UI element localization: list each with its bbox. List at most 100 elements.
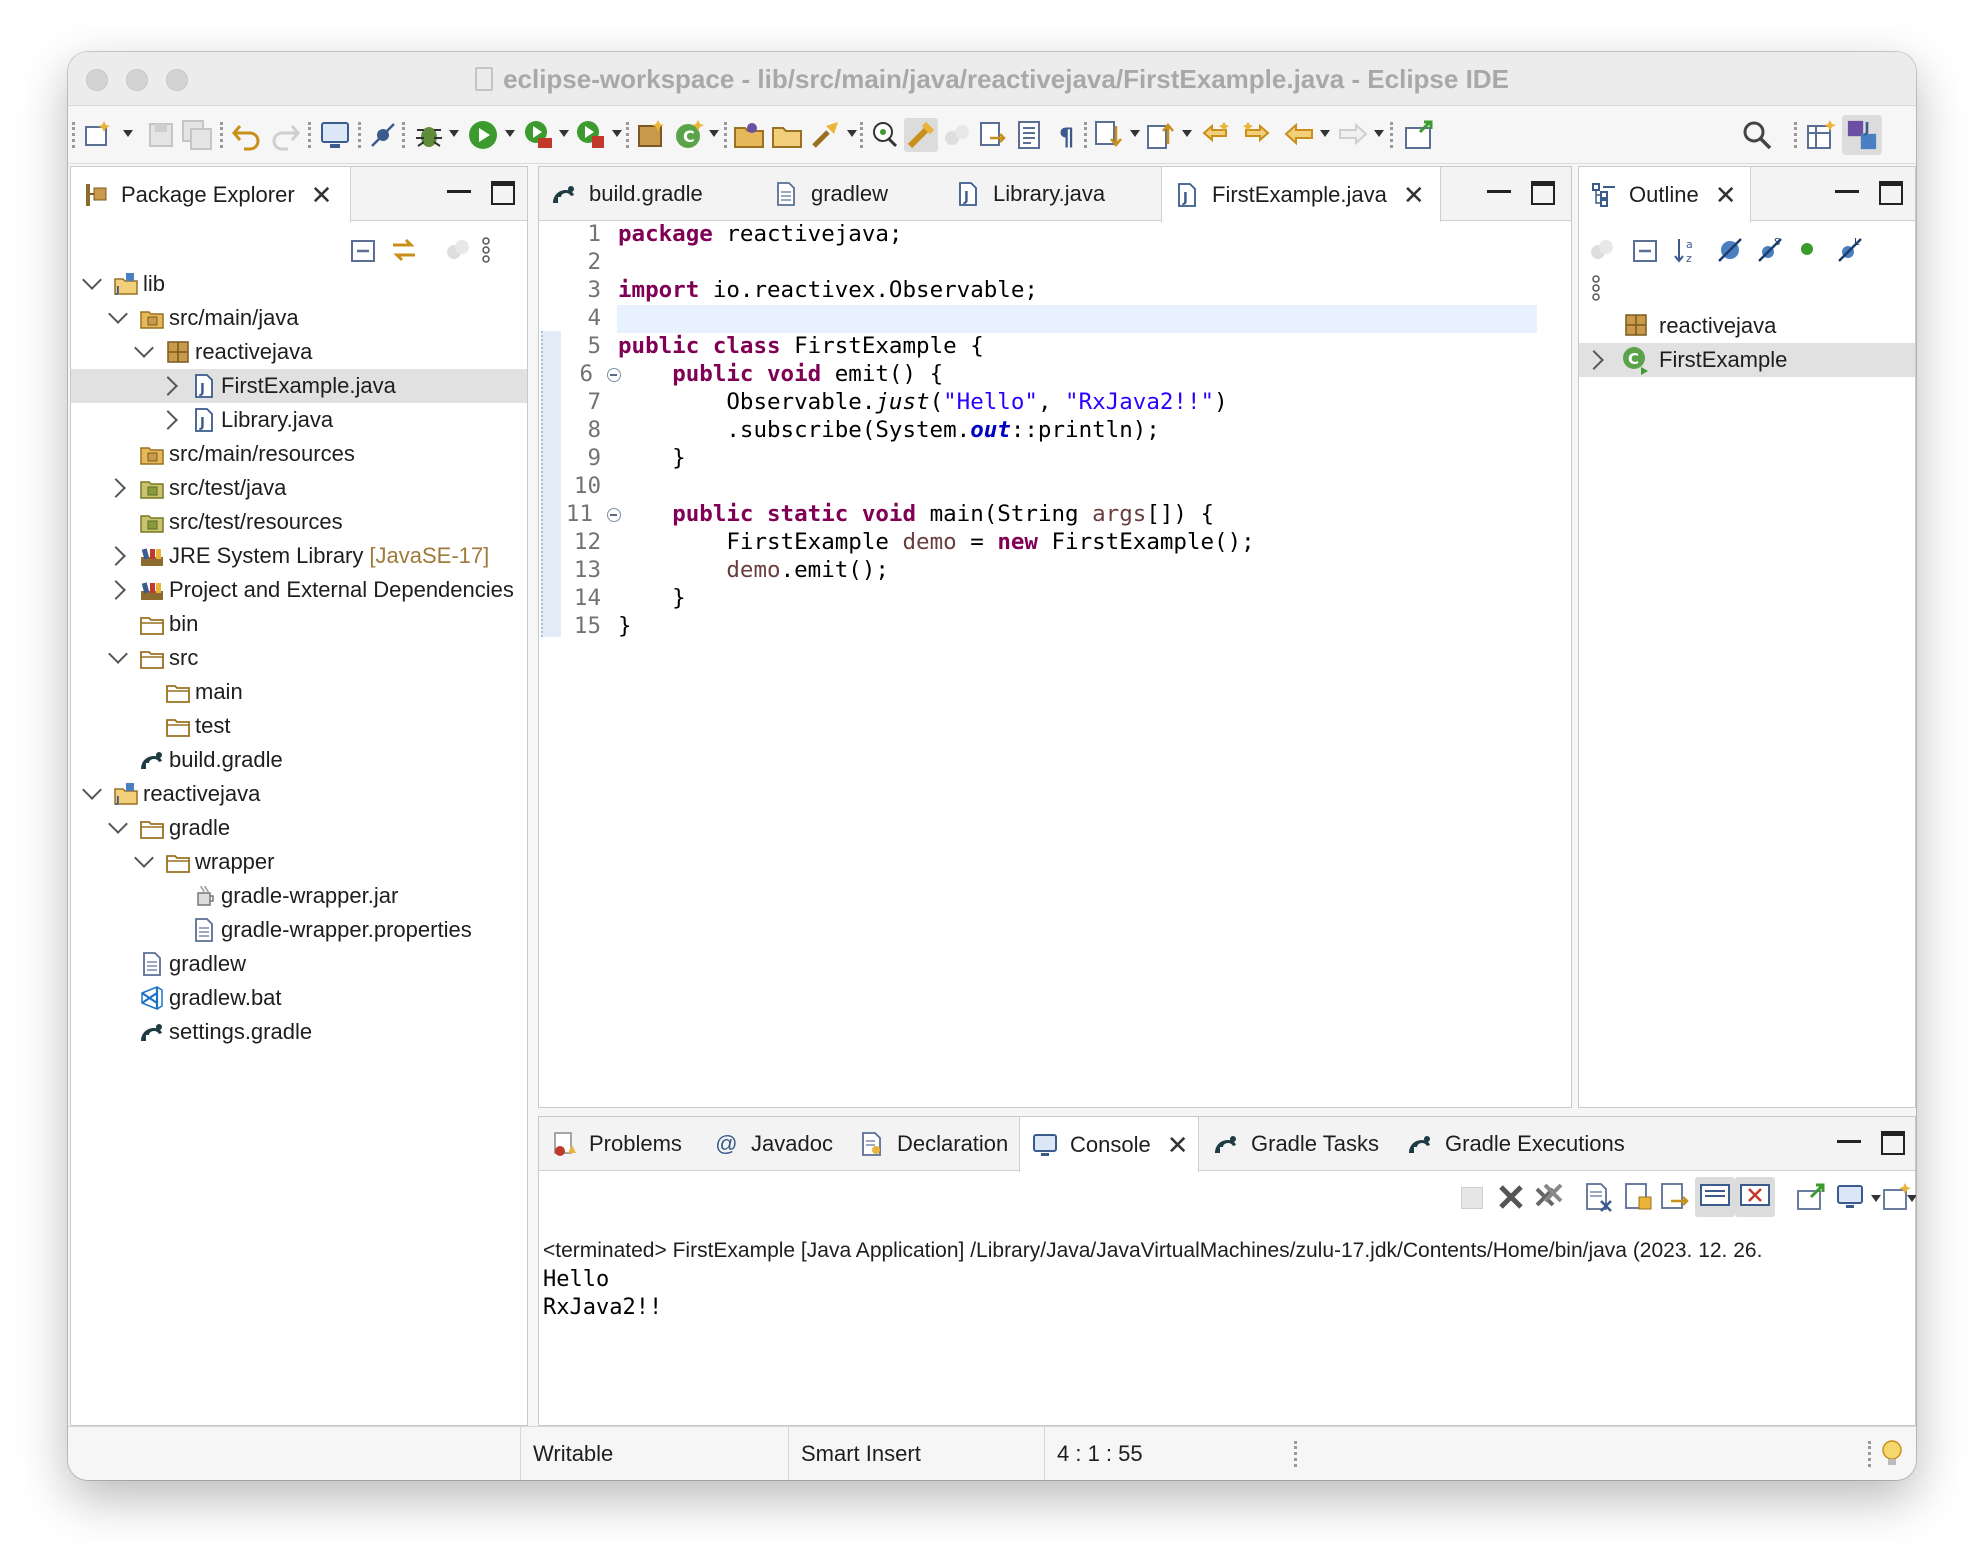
chevron-down-icon[interactable]	[1907, 1195, 1916, 1202]
chevron-right-icon[interactable]	[1584, 350, 1604, 370]
chevron-down-icon[interactable]	[82, 780, 102, 800]
close-icon[interactable]: ✕	[1403, 182, 1425, 208]
minimize-icon[interactable]	[1487, 181, 1511, 193]
chevron-down-icon[interactable]	[612, 130, 622, 137]
collapse-all-icon[interactable]	[1631, 235, 1661, 265]
debug-bug-icon[interactable]	[412, 118, 446, 152]
tree-item[interactable]: gradle-wrapper.properties	[71, 913, 527, 947]
back-arrow-icon[interactable]	[1282, 118, 1316, 152]
hide-fields-icon[interactable]	[1715, 235, 1745, 265]
toggle-ant-editor-icon[interactable]	[868, 118, 902, 152]
new-java-project-icon[interactable]	[634, 118, 668, 152]
lightbulb-icon[interactable]	[1880, 1439, 1904, 1469]
tree-item[interactable]: build.gradle	[71, 743, 527, 777]
tree-item[interactable]: J Library.java	[71, 403, 527, 437]
tab-console[interactable]: Console ✕	[1019, 1117, 1199, 1172]
close-icon[interactable]: ✕	[1715, 182, 1737, 208]
outline-item-class[interactable]: C FirstExample	[1579, 343, 1915, 377]
tab-outline[interactable]: Outline ✕	[1579, 167, 1751, 222]
chevron-down-icon[interactable]	[108, 304, 128, 324]
tree-item[interactable]: main	[71, 675, 527, 709]
clear-console-icon[interactable]	[1583, 1181, 1615, 1213]
chevron-down-icon[interactable]	[123, 130, 133, 137]
pin-console-icon[interactable]	[1795, 1181, 1827, 1213]
tab-library-java[interactable]: J Library.java	[943, 167, 1161, 221]
tree-item[interactable]: src/test/java	[71, 471, 527, 505]
pilcrow-icon[interactable]: ¶	[1050, 118, 1084, 152]
chevron-right-icon[interactable]	[106, 580, 126, 600]
tree-item[interactable]: src/main/resources	[71, 437, 527, 471]
tab-gradle-tasks[interactable]: Gradle Tasks	[1201, 1117, 1395, 1171]
close-icon[interactable]: ✕	[1167, 1132, 1189, 1158]
open-folder-icon[interactable]	[770, 118, 804, 152]
open-perspective-icon[interactable]	[1804, 118, 1838, 152]
coverage-icon[interactable]	[522, 118, 556, 152]
chevron-down-icon[interactable]	[709, 130, 719, 137]
remove-all-launches-icon[interactable]	[1533, 1181, 1565, 1213]
tab-problems[interactable]: Problems	[539, 1117, 701, 1171]
chevron-down-icon[interactable]	[108, 644, 128, 664]
tree-item[interactable]: bin	[71, 607, 527, 641]
chevron-down-icon[interactable]	[505, 130, 515, 137]
run-external-tool-icon[interactable]	[574, 118, 608, 152]
filter-icon[interactable]	[1587, 235, 1617, 265]
scroll-lock-icon[interactable]	[1623, 1181, 1655, 1213]
block-selection-icon[interactable]	[940, 118, 974, 152]
hide-static-icon[interactable]: S	[1755, 235, 1785, 265]
view-menu-icon[interactable]	[479, 235, 493, 265]
chevron-right-icon[interactable]	[106, 478, 126, 498]
tree-item[interactable]: Project and External Dependencies	[71, 573, 527, 607]
tree-item[interactable]: src	[71, 641, 527, 675]
tree-item[interactable]: Jlib	[71, 267, 527, 301]
tree-item[interactable]: test	[71, 709, 527, 743]
chevron-right-icon[interactable]	[158, 410, 178, 430]
tree-item[interactable]: src/main/java	[71, 301, 527, 335]
run-icon[interactable]	[466, 118, 500, 152]
undo-arrow-icon[interactable]	[230, 118, 264, 152]
chevron-down-icon[interactable]	[449, 130, 459, 137]
chevron-right-icon[interactable]	[158, 376, 178, 396]
console-monitor-icon[interactable]	[318, 118, 352, 152]
word-wrap-icon[interactable]	[1659, 1181, 1691, 1213]
minimize-icon[interactable]	[1837, 1131, 1861, 1143]
chevron-down-icon[interactable]	[1182, 130, 1192, 137]
collapse-all-icon[interactable]	[349, 235, 379, 265]
terminate-icon[interactable]	[1461, 1187, 1483, 1209]
chevron-down-icon[interactable]	[847, 130, 857, 137]
chevron-down-icon[interactable]	[82, 270, 102, 290]
remove-launch-icon[interactable]	[1495, 1181, 1527, 1213]
forward-arrow-icon[interactable]	[1336, 118, 1370, 152]
link-with-editor-icon[interactable]	[389, 235, 419, 265]
tab-package-explorer[interactable]: Package Explorer ✕	[71, 167, 351, 222]
tree-item[interactable]: src/test/resources	[71, 505, 527, 539]
status-insert-mode[interactable]: Smart Insert	[788, 1427, 1044, 1480]
filter-icon[interactable]	[443, 235, 473, 265]
tree-item[interactable]: JRE System Library [JavaSE-17]	[71, 539, 527, 573]
skip-breakpoints-icon[interactable]	[366, 118, 400, 152]
chevron-down-icon[interactable]	[134, 338, 154, 358]
view-menu-icon[interactable]	[1589, 273, 1603, 303]
tree-item[interactable]: gradle	[71, 811, 527, 845]
tab-declaration[interactable]: Declaration	[847, 1117, 1019, 1171]
chevron-down-icon[interactable]	[559, 130, 569, 137]
chevron-down-icon[interactable]	[1374, 130, 1384, 137]
tree-item[interactable]: wrapper	[71, 845, 527, 879]
new-java-class-icon[interactable]: C	[672, 118, 706, 152]
tree-item[interactable]: gradlew.bat	[71, 981, 527, 1015]
hide-nonpublic-icon[interactable]	[1795, 237, 1819, 261]
save-all-icon[interactable]	[180, 118, 214, 152]
show-stderr-icon[interactable]	[1735, 1177, 1775, 1217]
maximize-icon[interactable]	[1531, 181, 1555, 205]
tree-item[interactable]: settings.gradle	[71, 1015, 527, 1049]
new-wizard-icon[interactable]	[82, 118, 116, 152]
search-flashlight-icon[interactable]	[808, 118, 842, 152]
previous-annotation-icon[interactable]	[1144, 118, 1178, 152]
word-wrap-icon[interactable]	[1012, 118, 1046, 152]
save-icon[interactable]	[144, 118, 178, 152]
tree-item[interactable]: J FirstExample.java	[71, 369, 527, 403]
chevron-right-icon[interactable]	[106, 546, 126, 566]
tree-item[interactable]: gradle-wrapper.jar	[71, 879, 527, 913]
tab-javadoc[interactable]: @ Javadoc	[701, 1117, 847, 1171]
tree-item[interactable]: reactivejava	[71, 335, 527, 369]
tab-gradlew[interactable]: gradlew	[761, 167, 943, 221]
